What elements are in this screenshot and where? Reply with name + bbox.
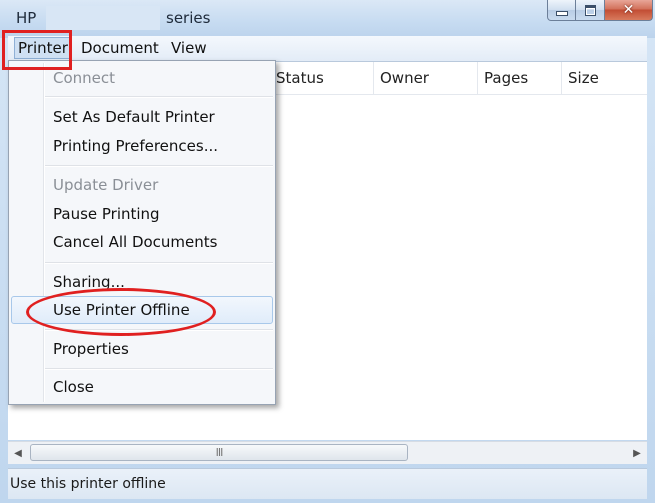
menu-separator bbox=[45, 262, 273, 264]
menu-item-set-default-printer[interactable]: Set As Default Printer bbox=[11, 103, 273, 131]
maximize-button[interactable] bbox=[576, 0, 605, 21]
menu-view[interactable]: View bbox=[168, 39, 210, 57]
window-title-suffix: series bbox=[166, 9, 211, 27]
menu-item-properties[interactable]: Properties bbox=[11, 335, 273, 363]
menu-separator bbox=[45, 368, 273, 370]
menu-item-connect: Connect bbox=[53, 69, 116, 87]
menu-item-sharing[interactable]: Sharing... bbox=[11, 268, 273, 296]
status-text: Use this printer offline bbox=[10, 476, 166, 492]
menu-item-use-printer-offline[interactable]: Use Printer Offline bbox=[11, 296, 273, 324]
print-queue-window: HP series ✕ Printer Document View Status… bbox=[0, 0, 655, 503]
scroll-left-arrow-icon[interactable]: ◀ bbox=[8, 442, 28, 464]
menu-separator bbox=[45, 96, 273, 98]
column-header-size[interactable]: Size bbox=[562, 62, 647, 94]
status-bar: Use this printer offline bbox=[8, 468, 647, 499]
menu-item-close[interactable]: Close bbox=[11, 373, 273, 401]
maximize-icon bbox=[584, 4, 596, 16]
window-title-prefix: HP bbox=[16, 9, 37, 27]
menu-item-pause-printing[interactable]: Pause Printing bbox=[11, 200, 273, 228]
minimize-button[interactable] bbox=[547, 0, 576, 21]
menu-item-cancel-all-documents[interactable]: Cancel All Documents bbox=[11, 228, 273, 256]
horizontal-scrollbar[interactable]: ◀ III ▶ bbox=[8, 441, 647, 464]
menu-item-update-driver: Update Driver bbox=[53, 176, 159, 194]
scroll-right-arrow-icon[interactable]: ▶ bbox=[627, 442, 647, 464]
menu-printer[interactable]: Printer bbox=[14, 37, 72, 59]
scrollbar-thumb[interactable]: III bbox=[30, 444, 408, 461]
menu-document[interactable]: Document bbox=[78, 39, 162, 57]
close-button[interactable]: ✕ bbox=[605, 0, 653, 21]
minimize-icon bbox=[555, 10, 568, 16]
close-icon: ✕ bbox=[622, 2, 635, 18]
menu-separator bbox=[45, 329, 273, 331]
scrollbar-grip: III bbox=[215, 446, 224, 459]
column-header-status[interactable]: Status bbox=[270, 62, 374, 94]
menu-separator bbox=[45, 165, 273, 167]
caption-buttons: ✕ bbox=[547, 0, 653, 22]
title-bar[interactable]: HP series ✕ bbox=[0, 0, 655, 38]
column-header-owner[interactable]: Owner bbox=[374, 62, 478, 94]
printer-menu-dropdown: Connect Set As Default Printer Printing … bbox=[8, 60, 276, 405]
redacted-printer-model bbox=[46, 6, 160, 30]
menu-item-printing-preferences[interactable]: Printing Preferences... bbox=[11, 132, 273, 160]
menu-bar: Printer Document View bbox=[8, 36, 647, 62]
column-header-pages[interactable]: Pages bbox=[478, 62, 562, 94]
